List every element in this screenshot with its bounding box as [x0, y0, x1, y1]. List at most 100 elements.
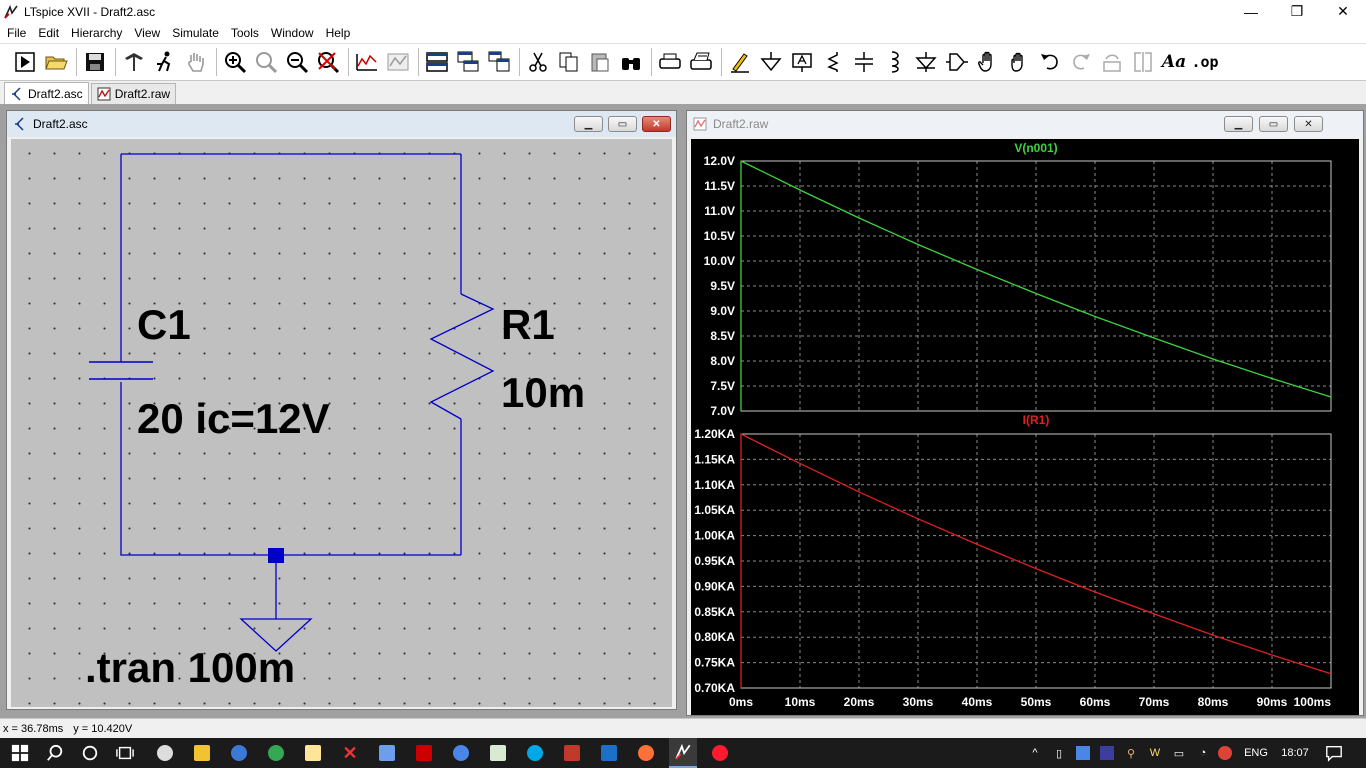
child-close-button[interactable]: ✕ — [1294, 116, 1323, 132]
print-setup-icon[interactable] — [688, 48, 714, 76]
task-view-icon[interactable] — [113, 741, 137, 765]
browser-icon[interactable] — [227, 741, 251, 765]
menu-hierarchy[interactable]: Hierarchy — [65, 26, 128, 40]
show-hidden-icons[interactable]: ^ — [1026, 738, 1044, 768]
cortana-icon[interactable] — [78, 741, 102, 765]
child-close-button[interactable]: ✕ — [642, 116, 671, 132]
label-net-icon[interactable] — [789, 48, 815, 76]
cascade-icon[interactable] — [455, 48, 481, 76]
clock[interactable]: 18:07 — [1278, 738, 1312, 768]
store-icon[interactable] — [486, 741, 510, 765]
waveform-icon[interactable] — [385, 48, 411, 76]
ground-icon[interactable] — [758, 48, 784, 76]
text-icon[interactable]: Aa — [1161, 48, 1187, 76]
pan-icon[interactable] — [183, 48, 209, 76]
tray-app-icon[interactable] — [1098, 738, 1116, 768]
y-tick-label: 0.75KA — [694, 656, 735, 670]
menu-simulate[interactable]: Simulate — [166, 26, 225, 40]
child-minimize-button[interactable]: ▁ — [1224, 116, 1253, 132]
resistor-icon[interactable] — [820, 48, 846, 76]
outlook-icon[interactable] — [597, 741, 621, 765]
copy-icon[interactable] — [556, 48, 582, 76]
menu-view[interactable]: View — [128, 26, 166, 40]
capacitor-icon[interactable] — [851, 48, 877, 76]
rotate-icon[interactable] — [1099, 48, 1125, 76]
opera-icon[interactable] — [708, 741, 732, 765]
schematic-window-titlebar[interactable]: Draft2.asc ▁ ▭ ✕ — [7, 111, 676, 137]
ltspice-icon[interactable] — [669, 738, 697, 768]
search-icon[interactable] — [43, 741, 67, 765]
maximize-button[interactable]: ❐ — [1274, 0, 1320, 23]
inductor-icon[interactable] — [882, 48, 908, 76]
find-icon[interactable] — [618, 48, 644, 76]
chrome-icon[interactable] — [264, 741, 288, 765]
red-app-icon[interactable] — [412, 741, 436, 765]
component-icon[interactable] — [944, 48, 970, 76]
tray-chrome-icon[interactable] — [1216, 738, 1234, 768]
tray-app-icon[interactable] — [1074, 738, 1092, 768]
drag-icon[interactable] — [1006, 48, 1032, 76]
zoom-cancel-icon[interactable] — [315, 48, 341, 76]
move-icon[interactable] — [975, 48, 1001, 76]
status-bar: x = 36.78ms y = 10.420V — [0, 718, 1366, 738]
minimize-button[interactable]: — — [1228, 0, 1274, 23]
resistor-ref-label[interactable]: R1 — [501, 301, 555, 349]
spice-directive-text[interactable]: .tran 100m — [85, 644, 295, 692]
halt-icon[interactable] — [152, 48, 178, 76]
waveform-window-titlebar[interactable]: Draft2.raw ▁ ▭ ✕ — [687, 111, 1363, 137]
menu-help[interactable]: Help — [320, 26, 357, 40]
redo-icon[interactable] — [1068, 48, 1094, 76]
notepad-icon[interactable] — [301, 741, 325, 765]
draw-wire-icon[interactable] — [727, 48, 753, 76]
run-icon[interactable] — [12, 48, 38, 76]
undo-icon[interactable] — [1037, 48, 1063, 76]
schematic-canvas[interactable]: C1 20 ic=12V R1 10m .tran 100m — [11, 139, 672, 707]
print-icon[interactable] — [657, 48, 683, 76]
calculator-icon[interactable] — [375, 741, 399, 765]
zoom-out-icon[interactable] — [284, 48, 310, 76]
waveform-plot-area[interactable]: 12.0V 11.5V 11.0V 10.5V 10.0V 9.5V 9.0V 8.5V 8.0… — [691, 139, 1359, 715]
skype-icon[interactable] — [523, 741, 547, 765]
tile-vertical-icon[interactable] — [486, 48, 512, 76]
spice-directive-icon[interactable]: .op — [1191, 48, 1218, 76]
tray-search-icon[interactable]: ⚲ — [1122, 738, 1140, 768]
usb-icon[interactable]: ▯ — [1050, 738, 1068, 768]
zoom-area-icon[interactable] — [253, 48, 279, 76]
close-button[interactable]: ✕ — [1320, 0, 1366, 23]
capacitor-value-label[interactable]: 20 ic=12V — [137, 395, 330, 443]
tray-w-icon[interactable]: W — [1146, 738, 1164, 768]
child-minimize-button[interactable]: ▁ — [574, 116, 603, 132]
file-explorer-icon[interactable] — [190, 741, 214, 765]
blue-app-icon[interactable] — [449, 741, 473, 765]
diode-icon[interactable] — [913, 48, 939, 76]
mirror-icon[interactable] — [1130, 48, 1156, 76]
firefox-icon[interactable] — [634, 741, 658, 765]
tab-schematic[interactable]: Draft2.asc — [4, 82, 89, 104]
child-restore-button[interactable]: ▭ — [1259, 116, 1288, 132]
control-panel-icon[interactable] — [121, 48, 147, 76]
wifi-icon[interactable]: ◔ — [1194, 738, 1212, 768]
battery-icon[interactable]: ▭ — [1170, 738, 1188, 768]
autorange-icon[interactable] — [354, 48, 380, 76]
windows-start-icon[interactable] — [8, 741, 32, 765]
cut-icon[interactable] — [525, 48, 551, 76]
child-restore-button[interactable]: ▭ — [608, 116, 637, 132]
zoom-in-icon[interactable] — [222, 48, 248, 76]
tab-waveform[interactable]: Draft2.raw — [90, 83, 177, 104]
paste-icon[interactable] — [587, 48, 613, 76]
menu-tools[interactable]: Tools — [225, 26, 265, 40]
tile-horizontal-icon[interactable] — [424, 48, 450, 76]
open-icon[interactable] — [43, 48, 69, 76]
language-indicator[interactable]: ENG — [1242, 738, 1270, 768]
notifications-icon[interactable] — [1322, 738, 1346, 768]
capacitor-ref-label[interactable]: C1 — [137, 301, 191, 349]
x-app-icon[interactable]: ✕ — [338, 741, 362, 765]
menu-file[interactable]: File — [1, 26, 32, 40]
save-icon[interactable] — [82, 48, 108, 76]
resistor-value-label[interactable]: 10m — [501, 369, 585, 417]
menu-window[interactable]: Window — [265, 26, 320, 40]
menu-edit[interactable]: Edit — [32, 26, 65, 40]
app-check-icon[interactable] — [153, 741, 177, 765]
red-pen-icon[interactable] — [560, 741, 584, 765]
y-tick-label: 0.95KA — [694, 554, 735, 568]
